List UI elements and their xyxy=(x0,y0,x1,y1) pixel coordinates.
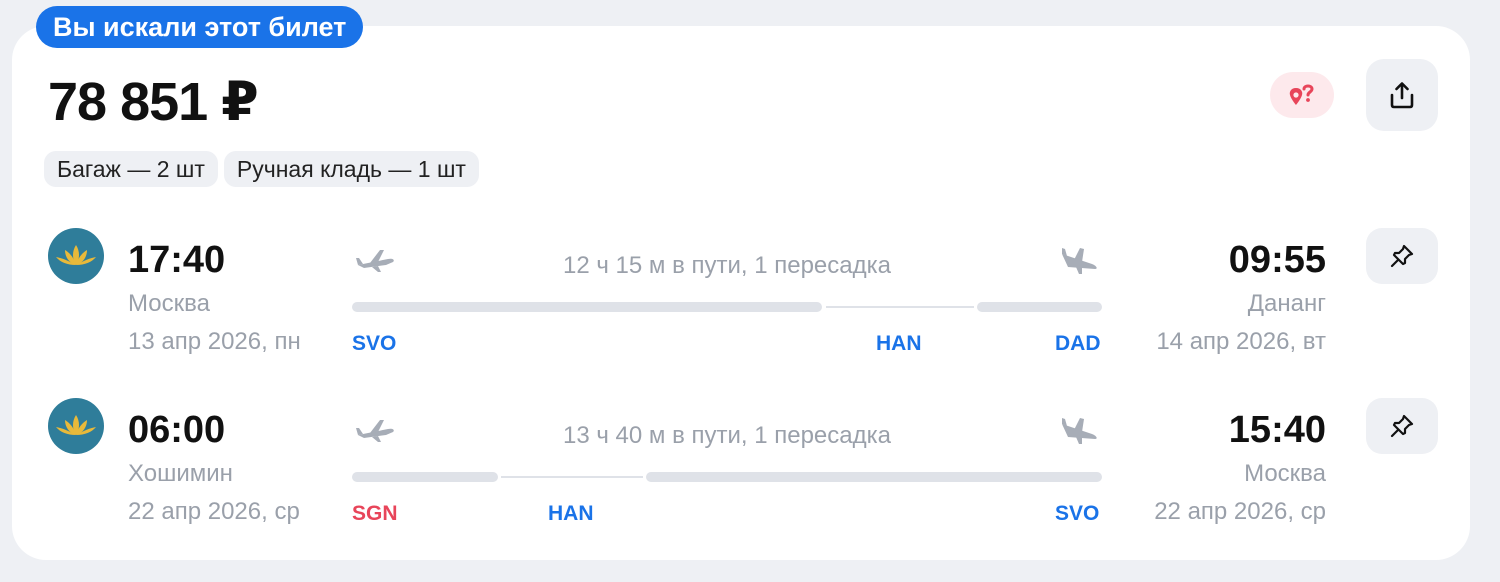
transfer-airport-code: HAN xyxy=(548,502,594,525)
route-leg-bar xyxy=(977,302,1102,312)
flight-segment-return: 06:00 Хошимин 22 апр 2026, ср 13 ч 40 м … xyxy=(0,398,1500,568)
departure-date: 13 апр 2026, пн xyxy=(128,328,301,355)
plane-landing-icon xyxy=(1062,248,1097,274)
origin-airport-code: SGN xyxy=(352,502,398,525)
pin-button[interactable] xyxy=(1366,398,1438,454)
departure-city: Москва xyxy=(128,290,210,317)
transfer-airport-code: HAN xyxy=(876,332,922,355)
flight-segment-outbound: 17:40 Москва 13 апр 2026, пн 12 ч 15 м в… xyxy=(0,228,1500,398)
share-icon xyxy=(1390,82,1414,109)
share-button[interactable] xyxy=(1366,59,1438,131)
arrival-city: Москва xyxy=(1244,460,1326,487)
layover-line xyxy=(826,306,974,308)
route-leg-bar xyxy=(352,472,498,482)
hand-luggage-chip: Ручная кладь — 1 шт xyxy=(223,151,479,187)
flight-duration: 12 ч 15 м в пути, 1 пересадка xyxy=(563,252,891,279)
baggage-chip: Багаж — 2 шт xyxy=(44,151,218,187)
airline-logo xyxy=(48,398,104,454)
flight-duration: 13 ч 40 м в пути, 1 пересадка xyxy=(563,422,891,449)
departure-date: 22 апр 2026, ср xyxy=(128,498,300,525)
pin-button[interactable] xyxy=(1366,228,1438,284)
arrival-date: 14 апр 2026, вт xyxy=(1156,328,1326,355)
departure-city: Хошимин xyxy=(128,460,233,487)
destination-airport-code: SVO xyxy=(1055,502,1100,525)
airline-logo xyxy=(48,228,104,284)
arrival-date: 22 апр 2026, ср xyxy=(1154,498,1326,525)
baggage-chips: Багаж — 2 шт Ручная кладь — 1 шт xyxy=(44,151,479,187)
arrival-city: Дананг xyxy=(1247,290,1326,317)
route-leg-bar xyxy=(646,472,1102,482)
searched-ticket-badge: Вы искали этот билет xyxy=(36,6,364,48)
arrival-time: 15:40 xyxy=(1228,409,1326,451)
plane-landing-icon xyxy=(1062,418,1097,444)
route-leg-bar xyxy=(352,302,822,312)
pin-icon xyxy=(1390,414,1414,438)
map-pin-question-button[interactable] xyxy=(1270,72,1334,118)
plane-takeoff-icon xyxy=(356,250,394,272)
plane-takeoff-icon xyxy=(356,420,394,442)
departure-time: 17:40 xyxy=(128,239,226,281)
pin-icon xyxy=(1390,244,1414,268)
ticket-price: 78 851 ₽ xyxy=(48,72,259,132)
layover-line xyxy=(501,476,643,478)
origin-airport-code: SVO xyxy=(352,332,397,355)
arrival-time: 09:55 xyxy=(1228,239,1326,281)
departure-time: 06:00 xyxy=(128,409,226,451)
map-pin-question-icon xyxy=(1289,84,1314,105)
destination-airport-code: DAD xyxy=(1055,332,1101,355)
